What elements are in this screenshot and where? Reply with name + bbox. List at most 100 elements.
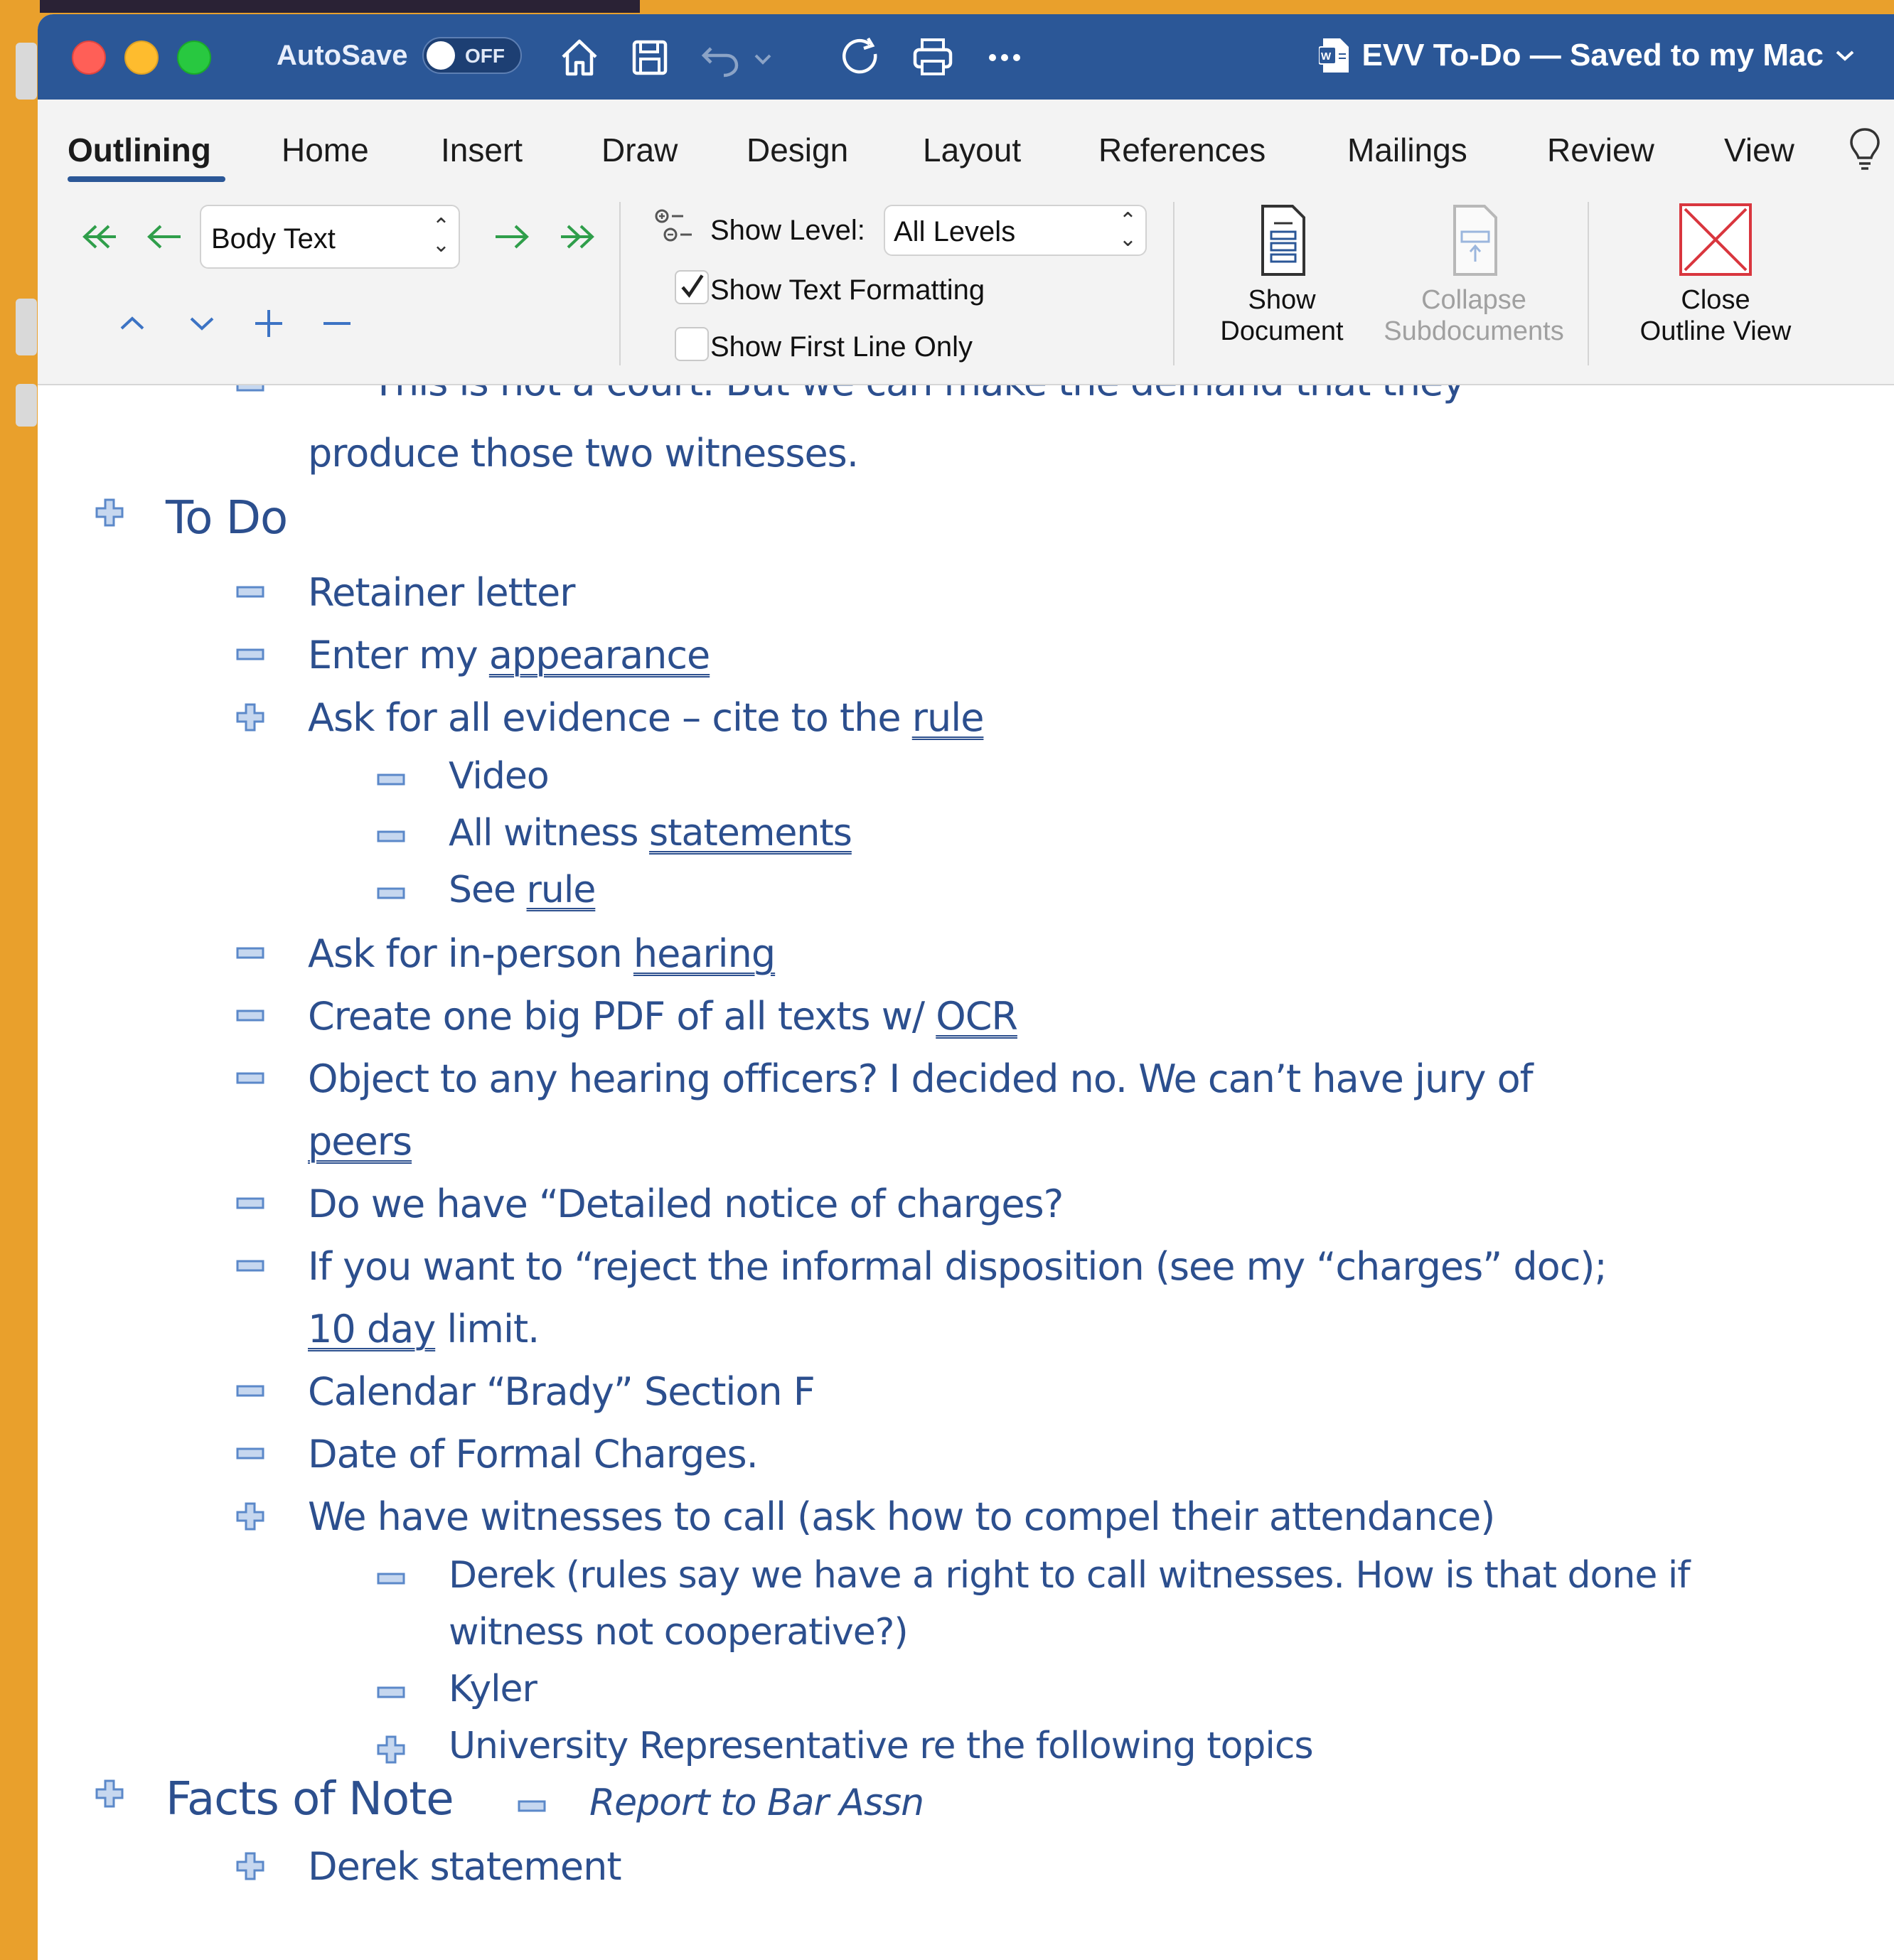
show-document-button[interactable]: Show Document: [1204, 200, 1360, 347]
undo-icon[interactable]: [695, 33, 745, 82]
collapse-minus-icon[interactable]: [235, 1439, 265, 1469]
autosave-toggle[interactable]: OFF: [422, 37, 522, 74]
document-title-text: EVV To-Do — Saved to my Mac: [1361, 38, 1824, 73]
home-icon[interactable]: [555, 33, 604, 82]
outline-item-text: All witness: [449, 812, 650, 855]
outline-item-text: Create one big PDF of all texts w/: [308, 994, 936, 1039]
collapse-minus-icon[interactable]: [517, 1792, 547, 1821]
outline-item[interactable]: University Representative re the followi…: [449, 1725, 1314, 1767]
outline-item[interactable]: peers: [308, 1119, 412, 1164]
outline-document[interactable]: This is not a court. But we can make the…: [38, 385, 1894, 1960]
outline-item[interactable]: Ask for all evidence – cite to the rule: [308, 695, 985, 740]
close-outline-view-button[interactable]: Close Outline View: [1609, 200, 1822, 347]
outline-level-select[interactable]: Body Text ⌃ ⌄: [200, 205, 460, 269]
outline-item[interactable]: We have witnesses to call (ask how to co…: [308, 1494, 1495, 1539]
collapse-minus-icon[interactable]: [376, 765, 406, 795]
show-first-line-only-checkbox[interactable]: [675, 327, 709, 361]
expand-plus-icon[interactable]: [244, 299, 294, 348]
undo-dropdown-chevron-icon[interactable]: [749, 33, 777, 82]
document-title[interactable]: W EVV To-Do — Saved to my Mac: [1319, 37, 1855, 74]
outline-item[interactable]: Video: [449, 755, 550, 798]
outline-item-link[interactable]: hearing: [633, 931, 776, 976]
outline-item[interactable]: 10 day limit.: [308, 1307, 540, 1351]
outline-item[interactable]: Retainer letter: [308, 570, 575, 615]
outline-item[interactable]: witness not cooperative?): [449, 1611, 909, 1654]
heading-facts-of-note[interactable]: Facts of Note: [166, 1773, 454, 1826]
expand-plus-icon[interactable]: [235, 1501, 265, 1531]
heading-to-do[interactable]: To Do: [166, 492, 288, 545]
collapse-minus-icon[interactable]: [235, 1376, 265, 1406]
expand-plus-icon[interactable]: [95, 1779, 124, 1809]
background-window-strip: [0, 0, 40, 1960]
collapse-minus-icon[interactable]: [235, 1064, 265, 1093]
outline-item[interactable]: Report to Bar Assn: [589, 1782, 924, 1824]
move-up-icon[interactable]: [107, 299, 157, 348]
outline-item-link[interactable]: statements: [649, 812, 852, 855]
tell-me-lightbulb-icon[interactable]: [1847, 127, 1883, 172]
expand-plus-icon[interactable]: [95, 498, 124, 528]
tab-layout[interactable]: Layout: [923, 131, 1021, 169]
tab-mailings[interactable]: Mailings: [1347, 131, 1467, 169]
show-level-select[interactable]: All Levels ⌃ ⌄: [884, 205, 1147, 256]
outline-item[interactable]: Calendar “Brady” Section F: [308, 1369, 815, 1414]
outline-item-link[interactable]: appearance: [489, 633, 710, 678]
demote-to-body-text-icon[interactable]: [555, 212, 605, 262]
more-options-icon[interactable]: [980, 33, 1029, 82]
collapse-minus-icon[interactable]: [235, 1251, 265, 1281]
outline-item[interactable]: Enter my appearance: [308, 633, 710, 678]
collapse-minus-icon[interactable]: [235, 577, 265, 607]
collapse-minus-icon[interactable]: [235, 385, 265, 401]
tab-references[interactable]: References: [1098, 131, 1266, 169]
tab-draw[interactable]: Draw: [601, 131, 678, 169]
expand-plus-icon[interactable]: [235, 702, 265, 732]
expand-plus-icon[interactable]: [235, 1851, 265, 1881]
zoom-window-button[interactable]: [177, 41, 211, 75]
outline-item-link[interactable]: rule: [912, 695, 985, 740]
outline-item-link[interactable]: rule: [527, 869, 596, 911]
outline-item[interactable]: Kyler: [449, 1668, 537, 1710]
outline-item[interactable]: Object to any hearing officers? I decide…: [308, 1056, 1534, 1101]
outline-text-line[interactable]: This is not a court. But we can make the…: [372, 385, 1465, 405]
outline-item[interactable]: Date of Formal Charges.: [308, 1432, 759, 1477]
outline-text-line[interactable]: produce those two witnesses.: [308, 431, 859, 476]
tab-review[interactable]: Review: [1547, 131, 1654, 169]
tab-design[interactable]: Design: [747, 131, 848, 169]
outline-item-link[interactable]: peers: [308, 1119, 412, 1164]
expand-plus-icon[interactable]: [376, 1735, 406, 1764]
outline-item-link[interactable]: OCR: [936, 994, 1018, 1039]
promote-to-heading1-icon[interactable]: [72, 212, 122, 262]
minimize-window-button[interactable]: [124, 41, 159, 75]
promote-icon[interactable]: [139, 212, 189, 262]
outline-item[interactable]: Create one big PDF of all texts w/ OCR: [308, 994, 1018, 1039]
show-text-formatting-checkbox[interactable]: [675, 270, 709, 304]
collapse-minus-icon[interactable]: [235, 938, 265, 968]
outline-item-link[interactable]: 10 day: [308, 1307, 436, 1351]
print-icon[interactable]: [908, 33, 958, 82]
collapse-minus-icon[interactable]: [235, 1189, 265, 1219]
collapse-minus-icon[interactable]: [376, 1564, 406, 1594]
collapse-minus-icon[interactable]: [376, 1678, 406, 1708]
collapse-minus-icon[interactable]: [235, 1001, 265, 1031]
tab-home[interactable]: Home: [282, 131, 369, 169]
outline-item[interactable]: Ask for in-person hearing: [308, 931, 776, 976]
collapse-minus-icon[interactable]: [376, 822, 406, 852]
outline-item[interactable]: All witness statements: [449, 812, 852, 855]
tab-outlining[interactable]: Outlining: [68, 131, 211, 169]
outline-item[interactable]: Derek (rules say we have a right to call…: [449, 1554, 1691, 1597]
outline-item[interactable]: Derek statement: [308, 1844, 621, 1889]
save-icon[interactable]: [625, 33, 675, 82]
outline-item[interactable]: Do we have “Detailed notice of charges?: [308, 1182, 1064, 1226]
collapse-minus-icon[interactable]: [235, 640, 265, 670]
outline-item[interactable]: If you want to “reject the informal disp…: [308, 1244, 1607, 1289]
close-window-button[interactable]: [72, 41, 106, 75]
tab-insert[interactable]: Insert: [441, 131, 523, 169]
ribbon-separator: [1173, 202, 1175, 365]
move-down-icon[interactable]: [177, 299, 227, 348]
collapse-minus-icon[interactable]: [376, 879, 406, 909]
collapse-minus-icon[interactable]: [312, 299, 362, 348]
outline-item[interactable]: See rule: [449, 869, 596, 911]
tab-view[interactable]: View: [1724, 131, 1794, 169]
redo-icon[interactable]: [837, 33, 887, 82]
collapse-subdocuments-button[interactable]: Collapse Subdocuments: [1367, 200, 1580, 347]
demote-icon[interactable]: [487, 212, 537, 262]
